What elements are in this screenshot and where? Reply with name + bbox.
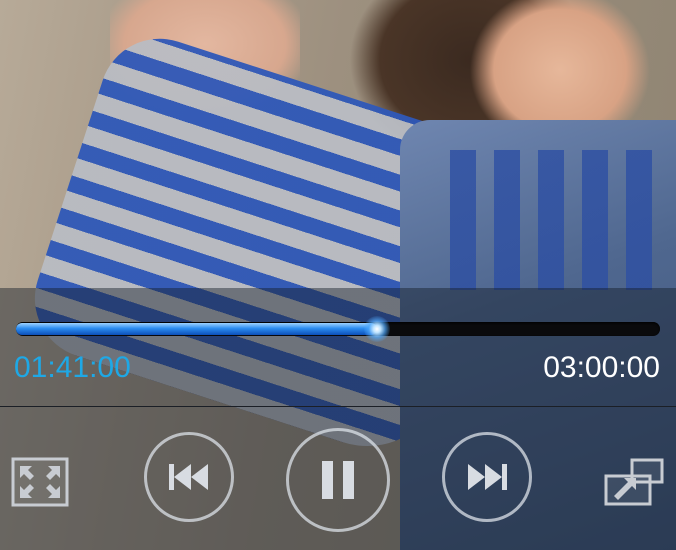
popup-window-button[interactable] bbox=[602, 456, 666, 508]
seek-bar-progress bbox=[16, 323, 377, 335]
pause-button[interactable] bbox=[286, 428, 390, 532]
current-time-label: 01:41:00 bbox=[14, 351, 131, 384]
controls-divider bbox=[0, 406, 676, 407]
fullscreen-icon bbox=[11, 457, 69, 507]
skip-previous-icon bbox=[169, 464, 208, 490]
pause-icon bbox=[322, 461, 354, 499]
previous-button[interactable] bbox=[144, 432, 234, 522]
next-button[interactable] bbox=[442, 432, 532, 522]
fullscreen-button[interactable] bbox=[10, 456, 70, 508]
video-frame-overalls-print bbox=[450, 150, 670, 290]
skip-next-icon bbox=[468, 464, 507, 490]
total-time-label: 03:00:00 bbox=[543, 351, 660, 384]
seek-bar-thumb[interactable] bbox=[364, 316, 390, 342]
popup-window-icon bbox=[604, 458, 664, 506]
